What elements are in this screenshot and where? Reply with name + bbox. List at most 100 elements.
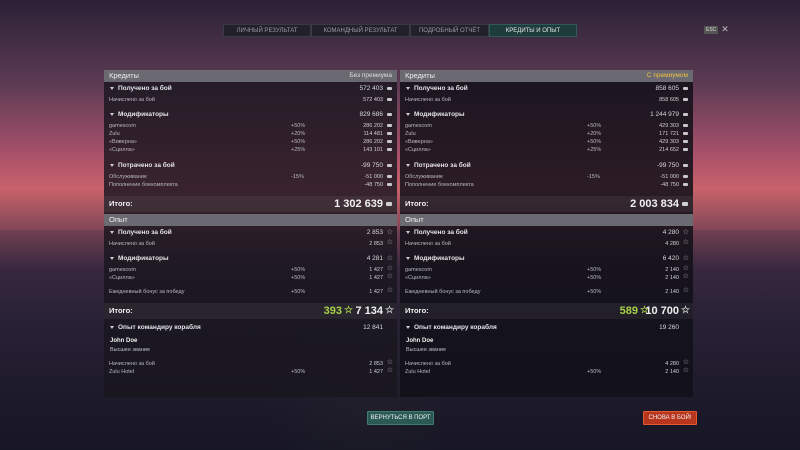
row-value: 1 427 (369, 289, 383, 295)
row-percent: +25% (291, 147, 306, 153)
xp-star-icon: ☆ (386, 229, 393, 236)
total-label: Итого: (109, 306, 133, 315)
row-label: gamescom (109, 267, 136, 273)
list-item: «Сцилла» +25% 143 101 (104, 146, 397, 154)
collapse-icon (110, 256, 114, 260)
row-value: 2 140 (665, 289, 679, 295)
row-percent: -15% (291, 174, 304, 180)
row-percent: +20% (587, 131, 602, 137)
list-item: «Сцилла» +25% 214 652 (400, 146, 693, 154)
close-icon[interactable]: ✕ (721, 25, 729, 34)
xp-received-section[interactable]: Получено за бой 2 853 ☆ (104, 228, 397, 238)
xp-star-icon: ☆ (386, 239, 393, 246)
free-xp-icon: ☆ (344, 305, 353, 316)
xp-received-section[interactable]: Получено за бой 4 280 ☆ (400, 228, 693, 238)
row-value: 2 853 (369, 361, 383, 367)
row-label: Zulu Hotel (109, 369, 135, 375)
credits-icon (387, 183, 392, 186)
spent-section[interactable]: Потрачено за бой -99 750 (104, 161, 397, 171)
row-label: gamescom (405, 267, 432, 273)
credits-icon (683, 98, 688, 101)
row-percent: +25% (587, 147, 602, 153)
row-label: «Виверна» (109, 139, 137, 145)
row-value: 4 280 (665, 361, 679, 367)
collapse-icon (110, 86, 114, 90)
row-percent: -15% (587, 174, 600, 180)
collapse-icon (110, 230, 114, 234)
list-item: Обслуживание -15% -51 000 (400, 173, 693, 181)
modifiers-section[interactable]: Модификаторы 1 244 979 (400, 110, 693, 120)
row-label: Обслуживание (109, 174, 147, 180)
row-label: «Сцилла» (405, 275, 431, 281)
section-label: Потрачено за бой (118, 162, 175, 169)
row-label: Начислено за бой (405, 241, 451, 247)
credits-icon (386, 202, 392, 206)
list-item: «Сцилла» +50% 2 140 ☆ (400, 273, 693, 282)
row-value: 1 427 (369, 275, 383, 281)
commander-xp-section[interactable]: Опыт командиру корабля 19 260 (400, 323, 693, 333)
collapse-icon (406, 256, 410, 260)
row-label: «Сцилла» (405, 147, 431, 153)
list-item: gamescom +50% 429 303 (400, 122, 693, 130)
section-value: 858 605 (655, 85, 680, 92)
credits-icon (683, 124, 688, 127)
section-label: Опыт командиру корабля (118, 324, 201, 331)
xp-header: Опыт (104, 214, 397, 226)
row-percent: +50% (291, 369, 306, 375)
commander-xp-section[interactable]: Опыт командиру корабля 12 841 (104, 323, 397, 333)
row-value: 286 202 (363, 123, 383, 129)
received-section[interactable]: Получено за бой 858 605 (400, 84, 693, 94)
spent-section[interactable]: Потрачено за бой -99 750 (400, 161, 693, 171)
row-value: 1 427 (369, 369, 383, 375)
xp-modifiers-section[interactable]: Модификаторы 6 420 ☆ (400, 254, 693, 264)
xp-modifiers-section[interactable]: Модификаторы 4 281 ☆ (104, 254, 397, 264)
section-value: 19 260 (659, 324, 679, 331)
collapse-icon (110, 112, 114, 116)
list-item: «Сцилла» +50% 1 427 ☆ (104, 273, 397, 282)
total-value: 1 302 639 (334, 198, 383, 210)
total-label: Итого: (405, 199, 429, 208)
row-label: gamescom (109, 123, 136, 129)
list-item: Пополнение боекомплекта -48 750 (400, 181, 693, 189)
row-label: Пополнение боекомплекта (405, 182, 474, 188)
tab-personal-result[interactable]: ЛИЧНЫЙ РЕЗУЛЬТАТ (223, 24, 311, 37)
section-value: 2 853 (366, 229, 383, 236)
row-label: Ежедневный бонус за победу (109, 289, 185, 295)
tab-detailed-report[interactable]: ПОДРОБНЫЙ ОТЧЁТ (410, 24, 489, 37)
row-label: Zulu (405, 131, 416, 137)
row-value: -51 000 (364, 174, 383, 180)
list-item: Ежедневный бонус за победу +50% 1 427 ☆ (104, 287, 397, 296)
row-value: -51 000 (660, 174, 679, 180)
xp-title: Опыт (405, 215, 424, 224)
close-control[interactable]: ESC ✕ (704, 25, 729, 34)
section-label: Потрачено за бой (414, 162, 471, 169)
esc-key-badge: ESC (704, 25, 719, 34)
row-percent: +50% (587, 369, 602, 375)
row-label: Обслуживание (405, 174, 443, 180)
xp-star-icon: ☆ (682, 229, 689, 236)
collapse-icon (406, 112, 410, 116)
tab-team-result[interactable]: КОМАНДНЫЙ РЕЗУЛЬТАТ (311, 24, 410, 37)
section-label: Модификаторы (118, 255, 169, 262)
return-to-port-button[interactable]: ВЕРНУТЬСЯ В ПОРТ (367, 411, 434, 425)
collapse-icon (406, 86, 410, 90)
commander-rank: Высшее звание (406, 347, 447, 353)
list-item: Ежедневный бонус за победу +50% 2 140 ☆ (400, 287, 693, 296)
credits-icon (682, 202, 688, 206)
list-item: Пополнение боекомплекта -48 750 (104, 181, 397, 189)
row-label: «Виверна» (405, 139, 433, 145)
section-value: 12 841 (363, 324, 383, 331)
row-label: Начислено за бой (109, 361, 155, 367)
section-value: 6 420 (662, 255, 679, 262)
row-percent: +50% (587, 123, 602, 129)
collapse-icon (110, 163, 114, 167)
modifiers-section[interactable]: Модификаторы 829 686 (104, 110, 397, 120)
row-label: gamescom (405, 123, 432, 129)
credits-icon (683, 140, 688, 143)
battle-again-button[interactable]: СНОВА В БОЙ! (643, 411, 697, 425)
received-section[interactable]: Получено за бой 572 403 (104, 84, 397, 94)
tab-credits-xp[interactable]: КРЕДИТЫ И ОПЫТ (489, 24, 577, 37)
row-value: 171 721 (659, 131, 679, 137)
list-item: Начислено за бой 4 280 ☆ (400, 239, 693, 248)
credits-icon (683, 175, 688, 178)
